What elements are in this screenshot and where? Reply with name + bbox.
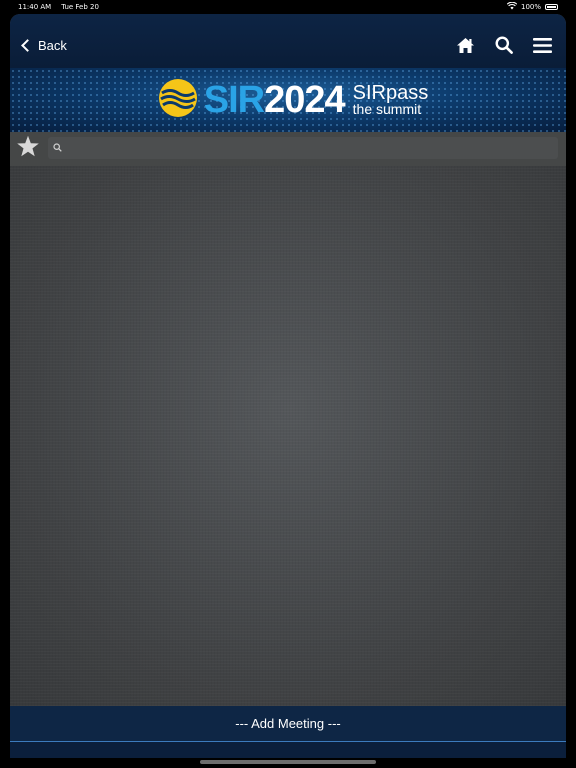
home-icon[interactable] — [456, 37, 475, 54]
battery-icon — [545, 4, 558, 10]
nav-actions — [456, 36, 552, 54]
event-logo: SIR2024 SIRpass the summit — [158, 78, 429, 123]
logo-line1: SIRpass — [352, 81, 429, 104]
logo-subtitle: SIRpass the summit — [352, 81, 429, 117]
search-icon[interactable] — [495, 36, 513, 54]
status-bar: 11:40 AM Tue Feb 20 100% — [0, 0, 576, 14]
logo-year: 2024 — [264, 79, 346, 121]
star-icon[interactable] — [16, 135, 40, 163]
battery-percent: 100% — [520, 3, 541, 11]
status-date: Tue Feb 20 — [61, 3, 99, 11]
logo-wordmark: SIR2024 — [203, 79, 346, 121]
status-time: 11:40 AM — [18, 3, 52, 11]
bottom-bar — [10, 742, 566, 758]
home-indicator[interactable] — [200, 760, 376, 764]
logo-line2: the summit — [352, 100, 422, 117]
search-icon-small — [53, 139, 62, 157]
sir-emblem-icon — [158, 78, 198, 123]
meeting-list-area — [10, 166, 566, 706]
status-right: 100% — [506, 1, 558, 12]
menu-icon[interactable] — [533, 37, 552, 53]
search-input[interactable] — [68, 142, 548, 154]
nav-bar: Back — [10, 14, 566, 68]
app-window: Back SIR2024 SIRpass the summit --- Add … — [10, 14, 566, 758]
event-banner: SIR2024 SIRpass the summit — [10, 68, 566, 132]
back-label: Back — [38, 37, 67, 53]
search-row — [10, 132, 566, 166]
search-field[interactable] — [48, 137, 558, 159]
logo-sir: SIR — [203, 79, 265, 121]
chevron-left-icon — [21, 38, 34, 52]
wifi-icon — [506, 1, 518, 12]
back-button[interactable]: Back — [20, 38, 67, 53]
add-meeting-button[interactable]: --- Add Meeting --- — [10, 706, 566, 742]
